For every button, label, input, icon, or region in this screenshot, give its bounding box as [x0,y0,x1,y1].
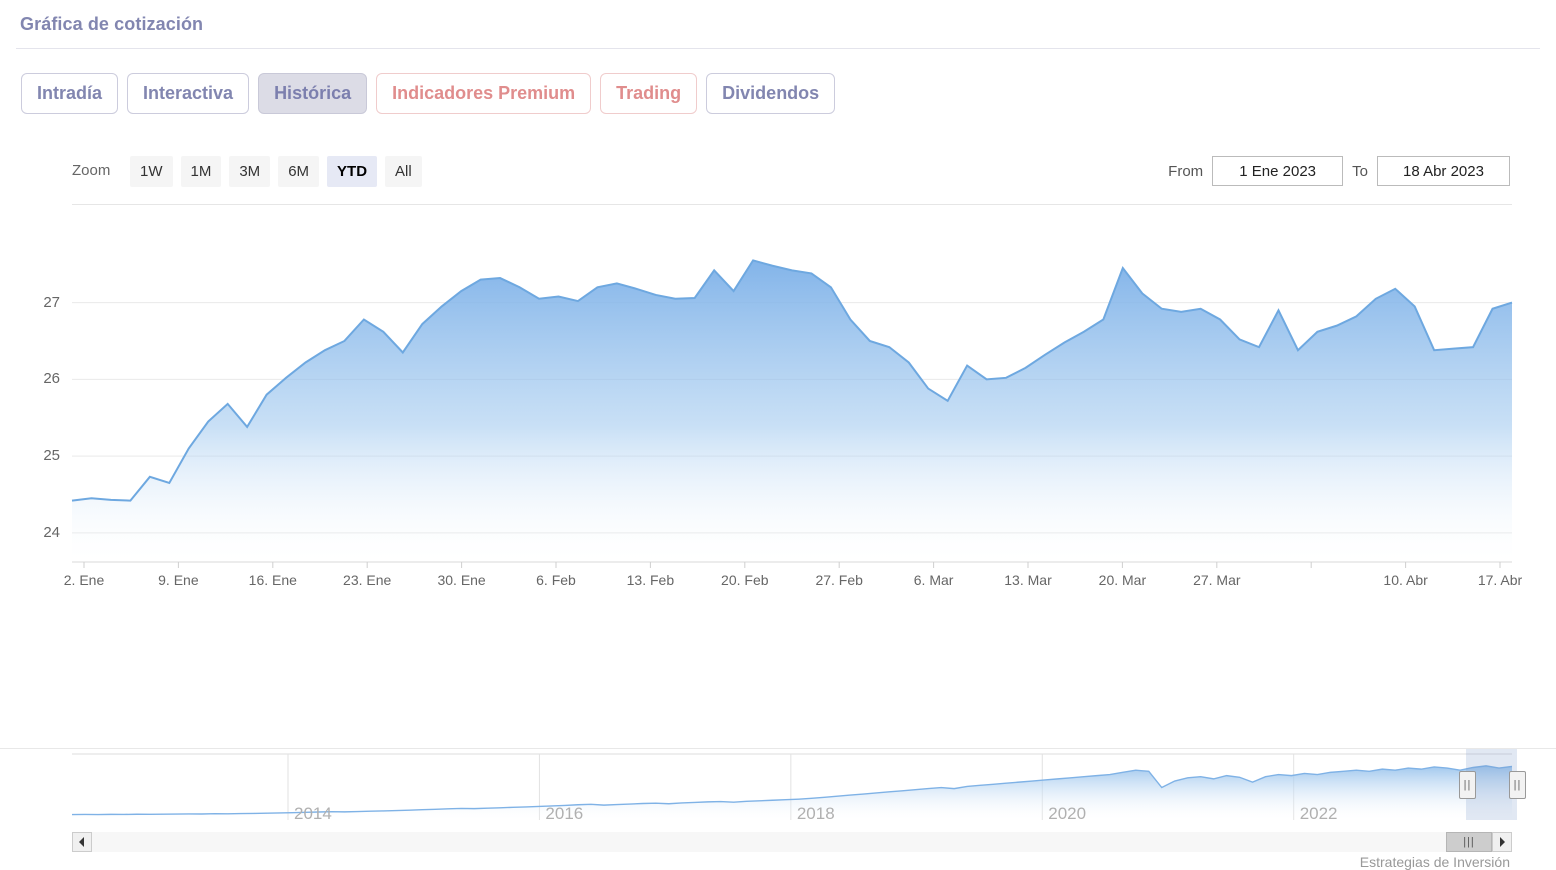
range-divider [72,204,1512,205]
chevron-right-icon [1500,837,1505,847]
zoom-button-3m[interactable]: 3M [229,156,271,187]
from-label: From [1168,162,1204,180]
scrollbar-thumb[interactable]: ||| [1446,832,1492,852]
price-chart-svg [71,259,1513,568]
x-axis-tick-label: 27. Mar [1193,572,1241,588]
range-controls: Zoom 1W1M3M6MYTDAll From To [0,152,1556,192]
x-axis-tick-label: 20. Feb [721,572,769,588]
tab-dividendos[interactable]: Dividendos [706,73,836,114]
x-axis-tick-label: 6. Feb [536,572,576,588]
chevron-left-icon [79,837,84,847]
scrollbar-grip: ||| [1463,836,1475,848]
y-axis-tick-label: 27 [43,293,60,311]
zoom-range-buttons: 1W 1M 3M 6M YTD All [130,156,422,187]
x-axis-tick-label: 6. Mar [913,572,954,588]
chart-navigator[interactable]: 2014 2016 2018 2020 2022 || || [0,748,1556,826]
navigator-year-label: 2016 [545,804,584,823]
navigator-year-label: 2022 [1299,804,1338,823]
chart-type-tabs: Intradía Interactiva Histórica Indicadores … [21,73,836,114]
zoom-button-all[interactable]: All [385,156,422,187]
chart-credit: Estrategias de Inversión [1359,854,1510,870]
x-axis-tick-label: 23. Ene [343,572,392,588]
navigator-year-label: 2014 [294,804,332,823]
navigator-year-label: 2018 [796,804,835,823]
tab-hist-rica[interactable]: Histórica [258,73,368,114]
y-axis-tick-label: 26 [43,370,60,388]
stock-chart-widget: Gráfica de cotización Intradía Interactiv… [0,0,1556,870]
zoom-button-6m[interactable]: 6M [278,156,320,187]
to-date-input[interactable] [1377,156,1510,186]
x-axis-tick-label: 10. Abr [1383,572,1428,588]
x-axis-tick-label: 30. Ene [437,572,486,588]
tab-trading[interactable]: Trading [600,73,698,114]
zoom-button-ytd[interactable]: YTD [327,156,378,187]
zoom-label: Zoom [72,162,111,179]
price-chart[interactable]: 24 25 26 27 2. Ene 9. Ene 16. Ene 23. Ene 30. E… [0,210,1556,630]
x-axis-tick-label: 13. Mar [1004,572,1052,588]
y-axis-tick-label: 25 [43,447,60,465]
price-area-fill [72,260,1512,562]
navigator-right-handle[interactable]: || [1509,771,1526,799]
y-axis-tick-label: 24 [43,523,60,541]
date-range-picker: From To [1168,156,1510,186]
navigator-scrollbar[interactable]: ||| [72,832,1512,852]
x-axis-tick-label: 27. Feb [815,572,863,588]
x-axis-tick-label: 20. Mar [1098,572,1147,588]
zoom-button-1m[interactable]: 1M [180,156,222,187]
x-axis-tick-label: 2. Ene [63,572,105,588]
title-divider [16,48,1540,49]
from-date-input[interactable] [1212,156,1344,186]
tab-intrad-a[interactable]: Intradía [21,73,119,114]
to-label: To [1352,162,1368,180]
x-axis-tick-label: 9. Ene [158,572,199,588]
zoom-button-1w[interactable]: 1W [130,156,173,187]
tab-indicadores-premium[interactable]: Indicadores Premium [376,73,592,114]
page-title: Gráfica de cotización [20,14,204,34]
chart-card: Zoom 1W1M3M6MYTDAll From To 24 25 26 27 2. … [0,132,1556,870]
scroll-right-button[interactable] [1492,832,1512,852]
navigator-left-handle[interactable]: || [1459,771,1476,799]
bottom-divider [0,748,1556,749]
x-axis-tick-label: 17. Abr [1477,572,1523,588]
tab-interactiva[interactable]: Interactiva [127,73,250,114]
scrollbar-track[interactable] [72,832,1512,852]
x-axis-tick-label: 13. Feb [626,572,675,588]
x-axis-tick-label: 16. Ene [248,572,297,588]
navigator-year-label: 2020 [1048,804,1087,823]
scroll-left-button[interactable] [72,832,92,852]
